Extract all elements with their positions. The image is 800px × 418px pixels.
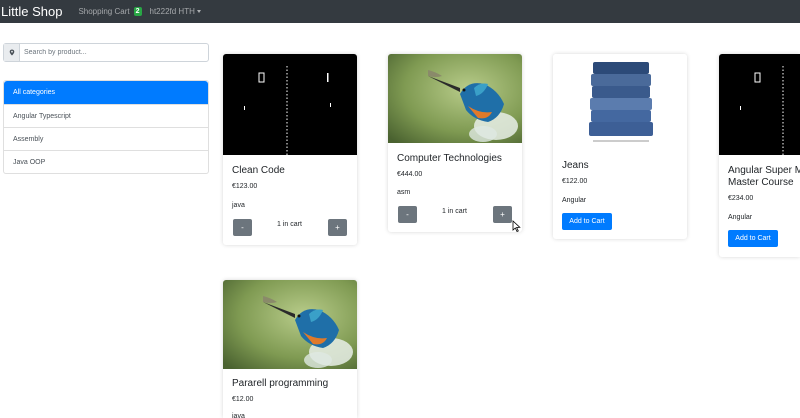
product-image[interactable] [553,54,687,150]
product-price: €12.00 [232,396,254,403]
search-input[interactable] [20,44,208,61]
category-item-angular-typescript[interactable]: Angular Typescript [4,104,208,127]
category-item-assembly[interactable]: Assembly [4,127,208,150]
product-image[interactable] [223,54,357,155]
product-image[interactable] [223,280,357,369]
product-price: €234.00 [728,195,754,202]
product-category: java [232,202,245,209]
shopping-cart-label: Shopping Cart [78,7,130,16]
add-to-cart-button[interactable]: Add to Cart [728,230,778,247]
product-card: Clean Code €123.00 java - 1 in cart + [223,54,357,245]
product-title: Pararell programming [232,378,329,389]
search-icon [4,44,20,61]
decrease-quantity-button[interactable]: - [398,206,417,223]
in-cart-count: 1 in cart [277,221,302,228]
product-card: Pararell programming €12.00 java [223,280,357,418]
product-price: €122.00 [562,178,588,185]
product-title: Clean Code [232,165,285,176]
in-cart-count: 1 in cart [442,208,467,215]
increase-quantity-button[interactable]: + [493,206,512,223]
category-item-java-oop[interactable]: Java OOP [4,150,208,173]
caret-down-icon [196,10,201,13]
shopping-cart-link[interactable]: Shopping Cart 2 [78,7,142,16]
mouse-pointer-icon [512,220,521,232]
product-title: Jeans [562,160,589,171]
product-category: asm [397,189,411,196]
product-price: €444.00 [397,171,423,178]
product-category: Angular [562,197,587,204]
product-title: Angular Super Mega Master Course [728,165,800,188]
user-dropdown[interactable]: ht222fd HTH [150,7,201,16]
product-category: Angular [728,214,753,221]
category-list: All categories Angular Typescript Assemb… [3,80,209,174]
product-image[interactable] [388,54,522,143]
product-price: €123.00 [232,183,258,190]
product-category: java [232,413,245,418]
brand-link[interactable]: Little Shop [1,4,62,19]
product-title: Computer Technologies [397,153,502,164]
product-image[interactable] [719,54,800,155]
search-box [3,43,209,62]
category-item-all[interactable]: All categories [4,81,208,104]
increase-quantity-button[interactable]: + [328,219,347,236]
user-name: ht222fd HTH [149,7,195,16]
decrease-quantity-button[interactable]: - [233,219,252,236]
product-card: Angular Super Mega Master Course €234.00… [719,54,800,257]
product-card: Jeans €122.00 Angular Add to Cart [553,54,687,239]
navbar: Little Shop Shopping Cart 2 ht222fd HTH [0,0,800,23]
add-to-cart-button[interactable]: Add to Cart [562,213,612,230]
cart-count-badge: 2 [133,7,142,16]
product-card: Computer Technologies €444.00 asm - 1 in… [388,54,522,232]
